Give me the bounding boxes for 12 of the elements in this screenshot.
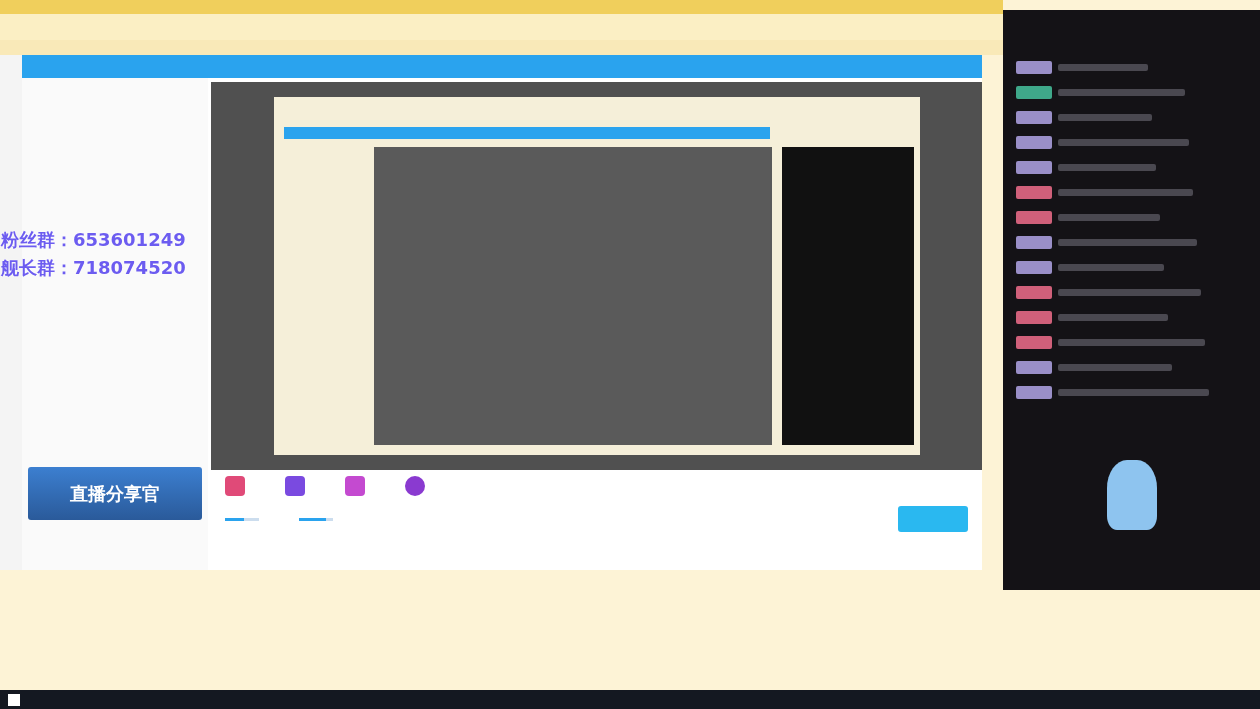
source-icon[interactable]	[285, 476, 305, 496]
promo-banner[interactable]: 直播分享官	[28, 467, 202, 520]
source-icon[interactable]	[225, 476, 245, 496]
banner-title: 直播分享官	[70, 481, 160, 506]
source-icon[interactable]	[405, 476, 425, 496]
volume-slider[interactable]	[299, 517, 333, 521]
overlay-text: 舰长群：718074520	[1, 256, 186, 280]
start-button[interactable]	[898, 506, 968, 532]
source-icon[interactable]	[345, 476, 365, 496]
overlay-text: 粉丝群：653601249	[1, 228, 186, 252]
volume-slider[interactable]	[225, 517, 259, 521]
windows-icon[interactable]	[8, 693, 20, 706]
